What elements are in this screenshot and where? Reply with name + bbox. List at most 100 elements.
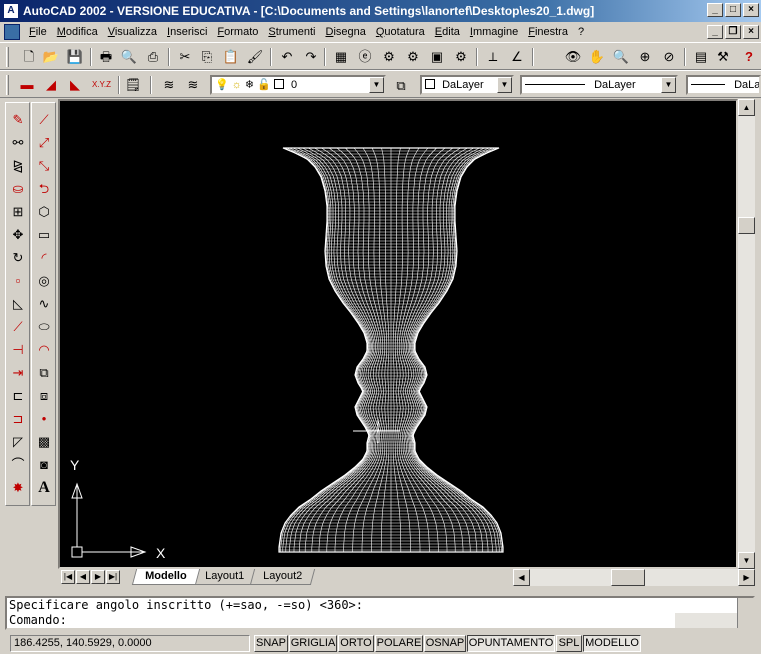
mirror-icon[interactable]: ⧎ [9,157,27,175]
menu-finestra[interactable]: Finestra [523,26,573,38]
polar-toggle[interactable]: POLARE [375,635,423,652]
layer-match-icon[interactable]: ◣ [66,76,84,94]
document-icon[interactable] [4,24,20,40]
first-tab-button[interactable]: |◀ [61,570,75,584]
view-eye-icon[interactable]: 👁 [564,48,582,66]
toolbar-grip[interactable] [6,75,9,95]
xyz-filter-icon[interactable]: X.Y.Z [92,76,111,94]
adcenter-icon[interactable]: ⚒ [714,48,732,66]
lineweight-dropdown[interactable]: DaLa [686,75,761,95]
model-toggle[interactable]: MODELLO [583,635,641,652]
region-icon[interactable]: ◙ [35,456,53,474]
chevron-down-icon[interactable]: ▼ [369,77,384,93]
ortho-toggle[interactable]: ORTO [338,635,374,652]
rotate-icon[interactable]: ↻ [9,249,27,267]
erase-icon[interactable]: ✎ [9,111,27,129]
xref-icon[interactable]: ⚙ [404,48,422,66]
save-icon[interactable]: 💾 [66,48,84,66]
lock-icon[interactable]: 🔓 [257,79,271,91]
scroll-left-button[interactable]: ◀ [513,569,530,586]
command-scrollbar[interactable] [737,598,753,628]
menu-strumenti[interactable]: Strumenti [263,26,320,38]
break-at-point-icon[interactable]: ⊐ [9,410,27,428]
layer-previous-state-icon[interactable]: ≋ [184,76,202,94]
print-icon[interactable]: 🖶 [97,48,115,66]
horizontal-scrollbar[interactable]: ◀ ▶ [513,569,755,586]
layer-dropdown[interactable]: 💡 ☼ ❄ 🔓 0 ▼ [210,75,386,95]
spline-icon[interactable]: ∿ [35,295,53,313]
open-icon[interactable]: 📂 [42,48,60,66]
design-center-icon[interactable]: ▦ [332,48,350,66]
scroll-down-button[interactable]: ▼ [738,552,755,569]
chevron-down-icon[interactable]: ▼ [497,77,512,93]
copy-icon[interactable]: ⎘ [198,48,216,66]
notepad-icon[interactable]: 🗒 [124,76,142,94]
match-properties-icon[interactable]: 🖌 [246,48,264,66]
linetype-dropdown[interactable]: DaLayer ▼ [520,75,678,95]
vertical-scroll-thumb[interactable] [738,217,755,234]
make-current-layer-icon[interactable]: ⧉ [392,77,410,95]
multiline-text-icon[interactable]: A [35,479,53,497]
move-icon[interactable]: ✥ [9,226,27,244]
osnap-toggle[interactable]: OSNAP [424,635,466,652]
scroll-right-button[interactable]: ▶ [738,569,755,586]
last-tab-button[interactable]: ▶| [106,570,120,584]
arc-icon[interactable]: ◜ [35,249,53,267]
publish-icon[interactable]: ⎙ [144,48,162,66]
menu-disegna[interactable]: Disegna [320,26,370,38]
snap-toggle[interactable]: SNAP [254,635,288,652]
redo-icon[interactable]: ↷ [302,48,320,66]
properties-window-icon[interactable]: ▤ [692,48,710,66]
next-tab-button[interactable]: ▶ [91,570,105,584]
circle-icon[interactable]: ◎ [35,272,53,290]
command-prompt[interactable]: Comando: [9,613,67,628]
array-icon[interactable]: ⊞ [9,203,27,221]
menu-modifica[interactable]: Modifica [52,26,103,38]
lightbulb-icon[interactable]: 💡 [215,79,229,91]
layers-manager-icon[interactable]: ≋ [160,76,178,94]
horizontal-scroll-thumb[interactable] [611,569,645,586]
make-block-icon[interactable]: ⧈ [35,387,53,405]
minimize-button[interactable]: _ [707,3,723,17]
properties-icon[interactable]: ▣ [428,48,446,66]
ellipse-arc-icon[interactable]: ◠ [35,341,53,359]
pan-icon[interactable]: ✋ [588,48,606,66]
color-dropdown[interactable]: DaLayer ▼ [420,75,514,95]
ellipse-icon[interactable]: ⬭ [35,318,53,336]
doc-close-button[interactable]: × [743,25,759,39]
otrack-toggle[interactable]: OPUNTAMENTO [467,635,555,652]
zoom-previous-icon[interactable]: ⊘ [660,48,678,66]
trim-icon[interactable]: ⊣ [9,341,27,359]
hyperlink-icon[interactable]: ⚙ [380,48,398,66]
construction-line-icon[interactable]: ⤢ [35,134,53,152]
maximize-button[interactable]: □ [725,3,741,17]
tool-palette-icon[interactable]: ⚙ [452,48,470,66]
menu-formato[interactable]: Formato [212,26,263,38]
menu-quotatura[interactable]: Quotatura [371,26,430,38]
menu-edita[interactable]: Edita [430,26,465,38]
sun-icon[interactable]: ☼ [232,79,242,91]
prev-tab-button[interactable]: ◀ [76,570,90,584]
internet-icon[interactable]: ⓔ [356,48,374,66]
menu-file[interactable]: File [24,26,52,38]
command-hscrollbar[interactable] [675,613,737,628]
hatch-icon[interactable]: ▩ [35,433,53,451]
vertical-scrollbar[interactable]: ▲ ▼ [738,99,755,569]
menu-help[interactable]: ? [573,26,589,38]
layer-previous-icon[interactable]: ◢ [42,76,60,94]
close-button[interactable]: × [743,3,759,17]
cut-icon[interactable]: ✂ [176,48,194,66]
freeze-icon[interactable]: ❄ [245,79,254,91]
stretch-icon[interactable]: ◺ [9,295,27,313]
coordinate-display[interactable]: 186.4255, 140.5929, 0.0000 [10,635,250,652]
line-icon[interactable]: ⟋ [35,111,53,129]
command-window[interactable]: Specificare angolo inscritto (+=sao, -=s… [5,596,755,630]
zoom-window-icon[interactable]: ⊕ [636,48,654,66]
layer-tool-icon[interactable]: ▬ [18,76,36,94]
new-icon[interactable]: 🗋 [20,48,38,66]
point-icon[interactable]: • [35,410,53,428]
tab-modello[interactable]: Modello [131,569,200,585]
fillet-icon[interactable]: ⌒ [9,456,27,474]
undo-icon[interactable]: ↶ [278,48,296,66]
print-preview-icon[interactable]: 🔍 [120,48,138,66]
